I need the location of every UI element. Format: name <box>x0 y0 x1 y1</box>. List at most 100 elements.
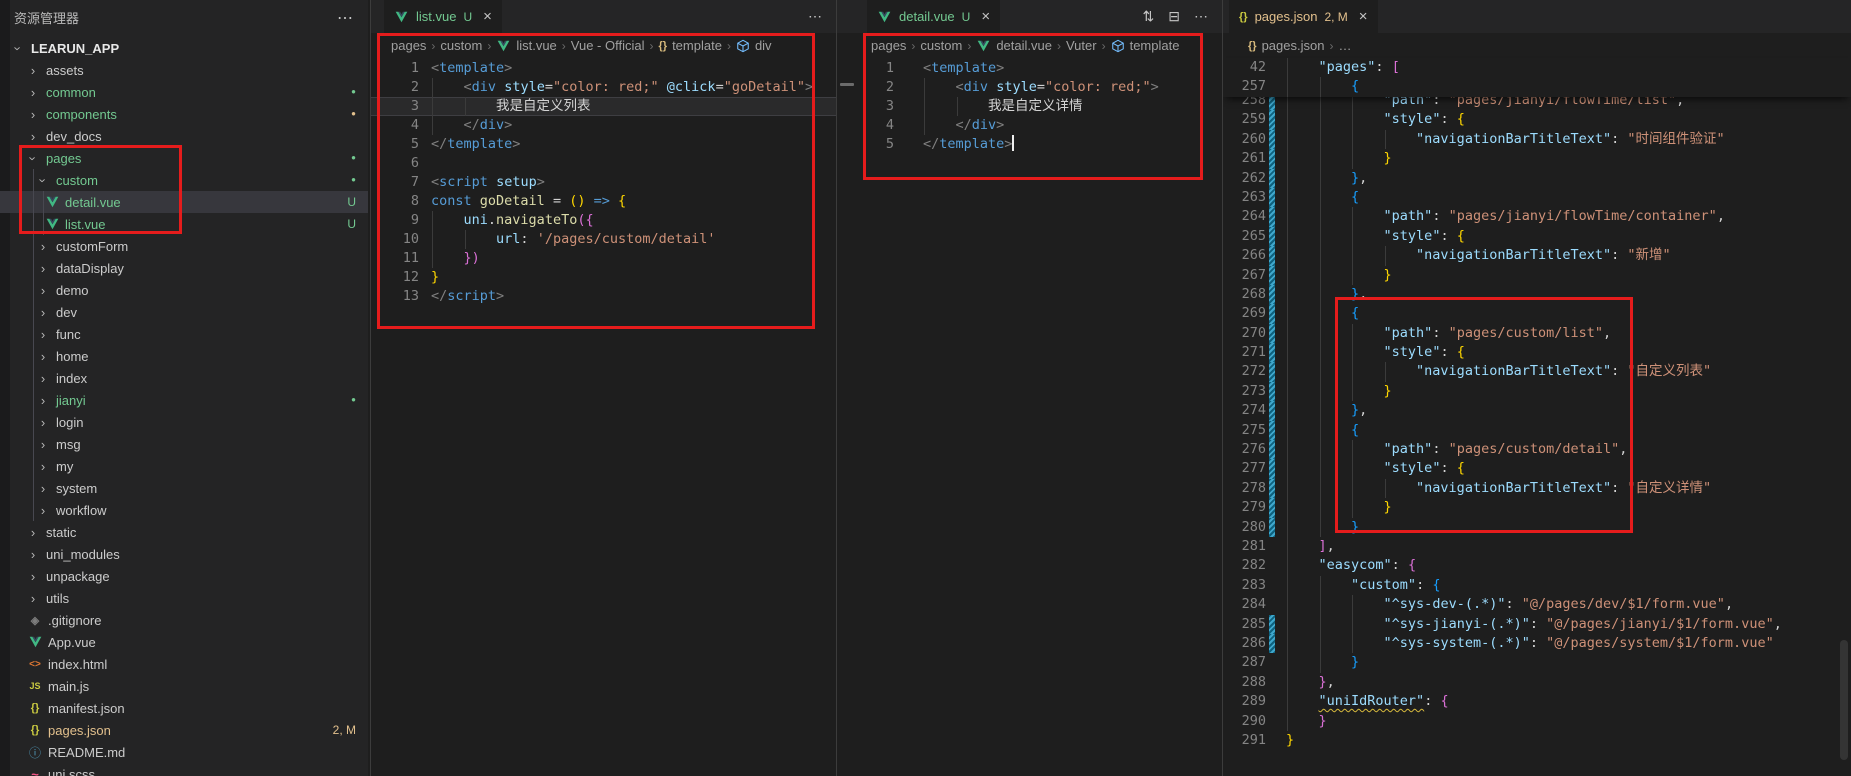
code-line[interactable]: 272 "navigationBarTitleText": "自定义列表" <box>1223 362 1851 381</box>
code-line[interactable]: 284 "^sys-dev-(.*)": "@/pages/dev/$1/for… <box>1223 595 1851 614</box>
code-line[interactable]: 8const goDetail = () => { <box>371 192 836 211</box>
tree-item-uni-scss[interactable]: ~uni.scss <box>0 763 368 776</box>
tree-item-root[interactable]: ›LEARUN_APP <box>0 37 368 59</box>
split-editor-icon[interactable]: ⊟ <box>1168 8 1180 25</box>
tree-item-index[interactable]: ›index <box>0 367 368 389</box>
code-line[interactable]: 2 <div style="color: red;"> <box>837 78 1222 97</box>
tree-item-manifest-json[interactable]: {}manifest.json <box>0 697 368 719</box>
code-line[interactable]: 6 <box>371 154 836 173</box>
code-line[interactable]: 1<template> <box>371 59 836 78</box>
code-line[interactable]: 261 } <box>1223 149 1851 168</box>
more-actions-icon[interactable]: ⋯ <box>808 8 822 25</box>
code-line[interactable]: 289 "uniIdRouter": { <box>1223 692 1851 711</box>
code-line[interactable]: 275 { <box>1223 421 1851 440</box>
tree-item-app-vue[interactable]: App.vue <box>0 631 368 653</box>
breadcrumb-item[interactable]: custom <box>920 38 962 53</box>
code-line[interactable]: 257 { <box>1223 77 1851 96</box>
tree-item-list-vue[interactable]: list.vueU <box>0 213 368 235</box>
code-line[interactable]: 278 "navigationBarTitleText": "自定义详情" <box>1223 479 1851 498</box>
tree-item-login[interactable]: ›login <box>0 411 368 433</box>
code-line[interactable]: 265 "style": { <box>1223 227 1851 246</box>
code-editor[interactable]: 1<template>2 <div style="color: red;">3 … <box>837 59 1222 154</box>
code-line[interactable]: 7<script setup> <box>371 173 836 192</box>
close-icon[interactable]: × <box>483 8 492 25</box>
tree-item-dev[interactable]: ›dev <box>0 301 368 323</box>
code-line[interactable]: 287 } <box>1223 653 1851 672</box>
code-line[interactable]: 42 "pages": [ <box>1223 58 1851 77</box>
tree-item-system[interactable]: ›system <box>0 477 368 499</box>
breadcrumb-item[interactable]: pages.json <box>1262 38 1325 53</box>
tree-item-main-js[interactable]: JSmain.js <box>0 675 368 697</box>
code-line[interactable]: 3 我是自定义列表 <box>371 97 836 116</box>
code-line[interactable]: 264 "path": "pages/jianyi/flowTime/conta… <box>1223 207 1851 226</box>
code-line[interactable]: 268 }, <box>1223 285 1851 304</box>
code-line[interactable]: 274 }, <box>1223 401 1851 420</box>
open-changes-icon[interactable]: ⇅ <box>1143 8 1155 25</box>
code-line[interactable]: 285 "^sys-jianyi-(.*)": "@/pages/jianyi/… <box>1223 615 1851 634</box>
tree-item-pages-json[interactable]: {}pages.json2, M <box>0 719 368 741</box>
code-line[interactable]: 283 "custom": { <box>1223 576 1851 595</box>
code-line[interactable]: 286 "^sys-system-(.*)": "@/pages/system/… <box>1223 634 1851 653</box>
code-line[interactable]: 1<template> <box>837 59 1222 78</box>
breadcrumb-item[interactable]: custom <box>440 38 482 53</box>
code-line[interactable]: 282 "easycom": { <box>1223 556 1851 575</box>
breadcrumb-item[interactable]: detail.vue <box>996 38 1052 53</box>
code-line[interactable]: 4 </div> <box>371 116 836 135</box>
breadcrumb-item[interactable]: Vue - Official <box>571 38 645 53</box>
code-line[interactable]: 5</template> <box>837 135 1222 154</box>
tree-item-uni-modules[interactable]: ›uni_modules <box>0 543 368 565</box>
sticky-scroll[interactable]: 42 "pages": [257 { <box>1223 58 1851 97</box>
tree-item-jianyi[interactable]: ›jianyi● <box>0 389 368 411</box>
tree-item-unpackage[interactable]: ›unpackage <box>0 565 368 587</box>
tab-list-vue[interactable]: list.vue U × <box>384 0 502 33</box>
code-line[interactable]: 277 "style": { <box>1223 459 1851 478</box>
breadcrumb[interactable]: pages›custom›list.vue›Vue - Official›{}t… <box>371 33 836 58</box>
breadcrumb-item[interactable]: template <box>1130 38 1180 53</box>
tab-pages-json[interactable]: {} pages.json 2, M × <box>1229 0 1378 33</box>
code-line[interactable]: 270 "path": "pages/custom/list", <box>1223 324 1851 343</box>
code-line[interactable]: 13</script> <box>371 287 836 306</box>
close-icon[interactable]: × <box>981 8 990 25</box>
breadcrumb-item[interactable]: pages <box>391 38 426 53</box>
code-line[interactable]: 263 { <box>1223 188 1851 207</box>
more-actions-icon[interactable]: ⋯ <box>1194 8 1208 25</box>
tree-item-static[interactable]: ›static <box>0 521 368 543</box>
tree-item-msg[interactable]: ›msg <box>0 433 368 455</box>
breadcrumb-item[interactable]: list.vue <box>516 38 556 53</box>
scrollbar[interactable] <box>1840 640 1848 760</box>
code-line[interactable]: 4 </div> <box>837 116 1222 135</box>
code-line[interactable]: 271 "style": { <box>1223 343 1851 362</box>
tree-item-func[interactable]: ›func <box>0 323 368 345</box>
code-line[interactable]: 273 } <box>1223 382 1851 401</box>
tree-item-demo[interactable]: ›demo <box>0 279 368 301</box>
code-line[interactable]: 10 url: '/pages/custom/detail' <box>371 230 836 249</box>
breadcrumb[interactable]: pages›custom›detail.vue›Vuter›template <box>837 33 1222 58</box>
tree-item-custom[interactable]: ›custom● <box>0 169 368 191</box>
tree-item-customform[interactable]: ›customForm <box>0 235 368 257</box>
code-line[interactable]: 276 "path": "pages/custom/detail", <box>1223 440 1851 459</box>
code-line[interactable]: 3 我是自定义详情 <box>837 97 1222 116</box>
code-line[interactable]: 280 } <box>1223 518 1851 537</box>
tree-item-dev-docs[interactable]: ›dev_docs <box>0 125 368 147</box>
breadcrumb-item[interactable]: pages <box>871 38 906 53</box>
code-line[interactable]: 281 ], <box>1223 537 1851 556</box>
code-line[interactable]: 5</template> <box>371 135 836 154</box>
tree-item-detail-vue[interactable]: detail.vueU <box>0 191 368 213</box>
code-line[interactable]: 279 } <box>1223 498 1851 517</box>
code-line[interactable]: 288 }, <box>1223 673 1851 692</box>
code-line[interactable]: 12} <box>371 268 836 287</box>
tree-item-components[interactable]: ›components● <box>0 103 368 125</box>
code-line[interactable]: 259 "style": { <box>1223 110 1851 129</box>
tree-item-my[interactable]: ›my <box>0 455 368 477</box>
code-line[interactable]: 260 "navigationBarTitleText": "时间组件验证" <box>1223 130 1851 149</box>
code-line[interactable]: 266 "navigationBarTitleText": "新增" <box>1223 246 1851 265</box>
tree-item-common[interactable]: ›common● <box>0 81 368 103</box>
code-line[interactable]: 9 uni.navigateTo({ <box>371 211 836 230</box>
close-icon[interactable]: × <box>1359 8 1368 25</box>
code-line[interactable]: 11 }) <box>371 249 836 268</box>
code-line[interactable]: 267 } <box>1223 266 1851 285</box>
breadcrumb-item[interactable]: template <box>672 38 722 53</box>
tree-item-workflow[interactable]: ›workflow <box>0 499 368 521</box>
code-line[interactable]: 2 <div style="color: red;" @click="goDet… <box>371 78 836 97</box>
tree-item-index-html[interactable]: <>index.html <box>0 653 368 675</box>
